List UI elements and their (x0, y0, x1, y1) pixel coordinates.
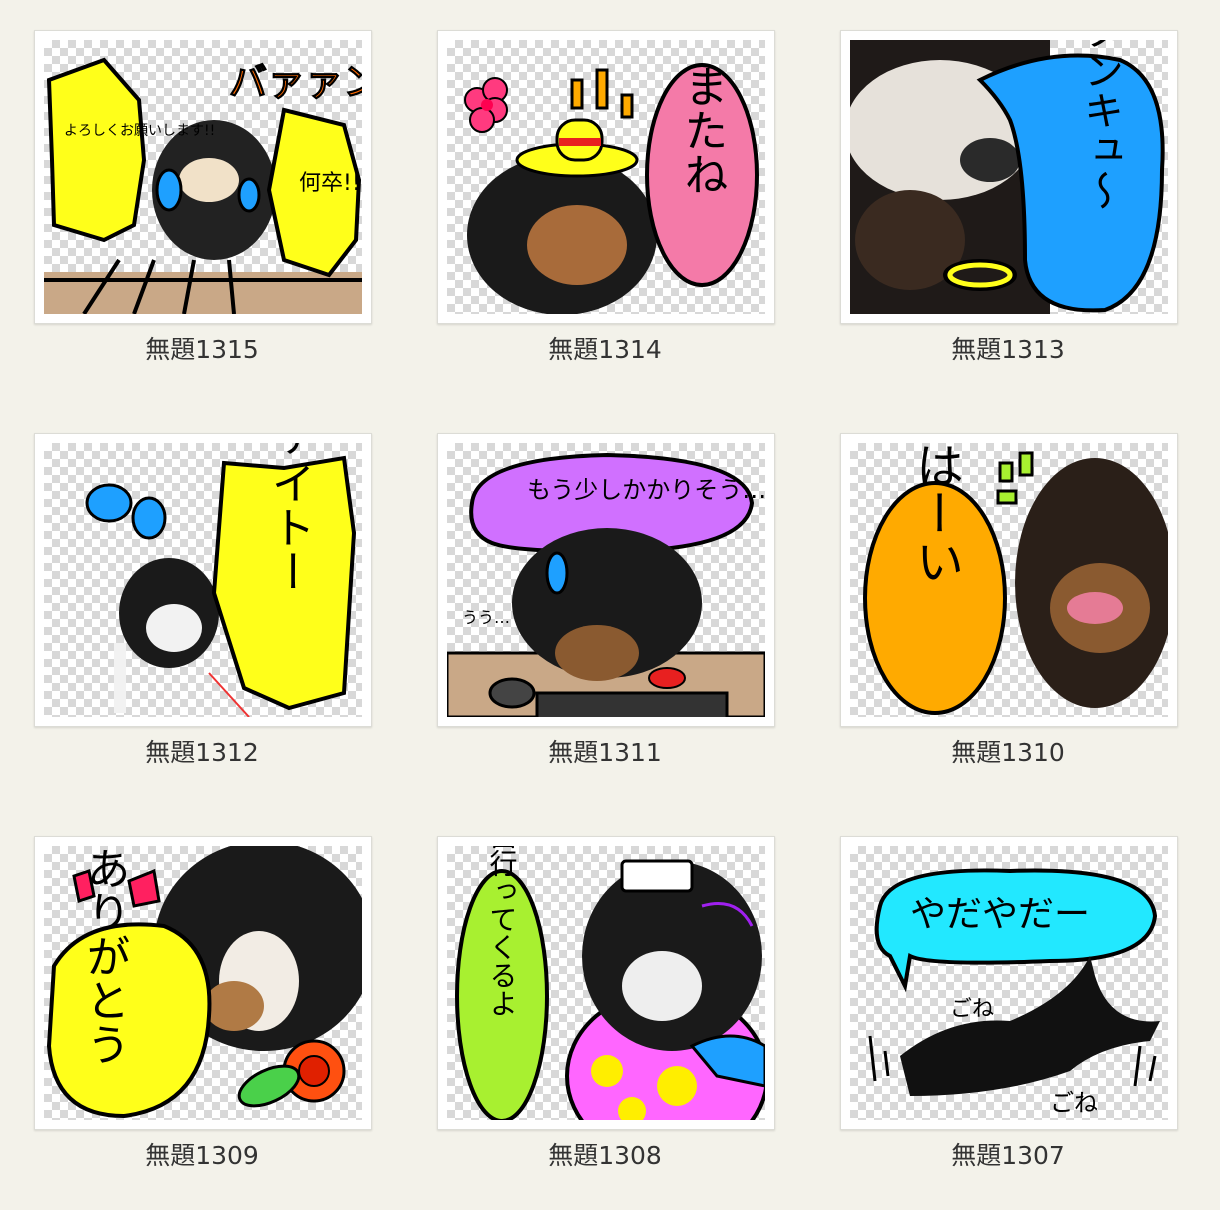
sticker-card[interactable]: バァァン よろしくお願いします!! 何卒!! (34, 30, 372, 324)
sticker-title[interactable]: 無題1314 (437, 330, 773, 366)
sticker-main-text: バタンキュ〜 (1077, 40, 1123, 210)
sticker-thumbnail[interactable]: ファイトー (44, 443, 362, 717)
sticker-title[interactable]: 無題1315 (34, 330, 370, 366)
sticker-thumbnail[interactable]: やだやだー ごね ごね (850, 846, 1168, 1120)
sticker-right-text: 何卒!! (299, 171, 361, 196)
rose-icon (237, 1039, 346, 1108)
sticker-card[interactable]: ファイトー (34, 433, 372, 727)
sticker-main-text: やだやだー (910, 894, 1090, 935)
sticker-main-text: ファイトー (264, 443, 315, 593)
sticker-grid: バァァン よろしくお願いします!! 何卒!! 無題1315 (0, 0, 1220, 1210)
sticker-card[interactable]: もう少しかかりそう… うう… (437, 433, 775, 727)
flower-icon (464, 77, 508, 133)
sticker-art: もう少しかかりそう… うう… (447, 452, 765, 717)
sticker-thumbnail[interactable]: お風呂行ってくるよ (447, 846, 765, 1120)
sticker-title[interactable]: 無題1308 (437, 1136, 773, 1172)
sticker-art: やだやだー ごね ごね (868, 868, 1160, 1117)
sticker-thumbnail[interactable]: はーい (850, 443, 1168, 717)
sticker-art: バタンキュ〜 (850, 40, 1165, 314)
sticker-main-text: もう少しかかりそう… (527, 476, 765, 504)
sticker-card[interactable]: またね (437, 30, 775, 324)
sticker-title[interactable]: 無題1312 (34, 733, 370, 769)
sticker-art: はーい (863, 443, 1168, 715)
sticker-art: ありがとう (46, 846, 362, 1119)
sticker-thumbnail[interactable]: もう少しかかりそう… うう… (447, 443, 765, 717)
sticker-thumbnail[interactable]: バァァン よろしくお願いします!! 何卒!! (44, 40, 362, 314)
sticker-thumbnail[interactable]: またね (447, 40, 765, 314)
sticker-title[interactable]: 無題1310 (840, 733, 1176, 769)
sticker-thumbnail[interactable]: バタンキュ〜 (850, 40, 1168, 314)
sticker-card[interactable]: やだやだー ごね ごね (840, 836, 1178, 1130)
sticker-main-text: バァァン (229, 60, 362, 104)
sticker-thumbnail[interactable]: ありがとう (44, 846, 362, 1120)
sticker-card[interactable]: お風呂行ってくるよ (437, 836, 775, 1130)
sticker-art: ファイトー (85, 443, 357, 717)
sticker-main-text: お風呂行ってくるよ (486, 846, 519, 1017)
sticker-art: またね (464, 63, 759, 314)
sticker-title[interactable]: 無題1313 (840, 330, 1176, 366)
sticker-main-text: ありがとう (79, 846, 130, 1066)
sticker-sub-text: うう… (462, 608, 510, 627)
sticker-main-text: はーい (907, 443, 963, 585)
sticker-sub-text-2: ごね (1050, 1089, 1098, 1117)
sticker-title[interactable]: 無題1307 (840, 1136, 1176, 1172)
sticker-art: お風呂行ってくるよ (455, 846, 765, 1120)
sticker-art: バァァン よろしくお願いします!! 何卒!! (44, 57, 362, 314)
sticker-sub-text-1: ごね (950, 997, 994, 1022)
sticker-card[interactable]: バタンキュ〜 (840, 30, 1178, 324)
sticker-title[interactable]: 無題1309 (34, 1136, 370, 1172)
sticker-title[interactable]: 無題1311 (437, 733, 773, 769)
sticker-main-text: またね (677, 64, 728, 196)
sticker-card[interactable]: ありがとう (34, 836, 372, 1130)
sticker-card[interactable]: はーい (840, 433, 1178, 727)
sticker-left-text: よろしくお願いします!! (64, 123, 215, 139)
